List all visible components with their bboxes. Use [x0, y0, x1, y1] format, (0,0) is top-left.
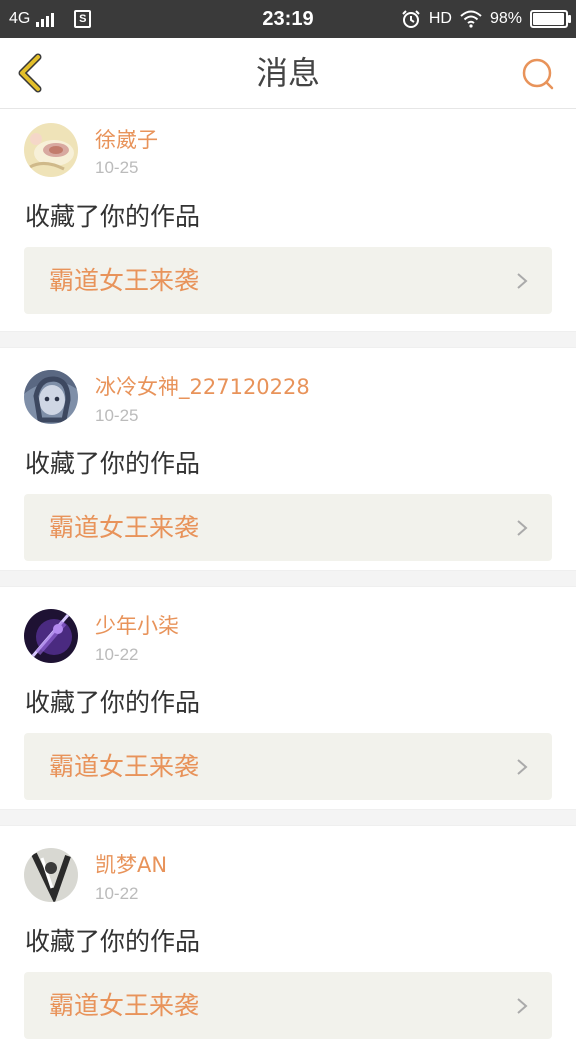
- user-name[interactable]: 凯梦AN: [95, 849, 167, 879]
- message-date: 10-22: [95, 645, 139, 664]
- work-link[interactable]: 霸道女王来袭: [24, 972, 552, 1039]
- work-link[interactable]: 霸道女王来袭: [24, 494, 552, 561]
- chevron-right-icon: [517, 520, 528, 536]
- user-name[interactable]: 少年小柒: [95, 610, 179, 640]
- message-date: 10-25: [95, 406, 139, 425]
- avatar[interactable]: [24, 848, 78, 902]
- chevron-right-icon: [517, 759, 528, 775]
- battery-fill: [533, 13, 564, 25]
- user-name[interactable]: 冰冷女神_227120228: [95, 371, 310, 401]
- status-right: HD 98%: [401, 0, 571, 38]
- message-date: 10-22: [95, 884, 139, 903]
- message-card: 徐崴子 10-25 收藏了你的作品 霸道女王来袭: [0, 109, 576, 331]
- message-action: 收藏了你的作品: [25, 202, 201, 231]
- battery-percent: 98%: [489, 10, 522, 27]
- work-title: 霸道女王来袭: [49, 991, 200, 1020]
- message-action: 收藏了你的作品: [25, 688, 201, 717]
- user-name[interactable]: 徐崴子: [95, 124, 158, 154]
- status-bar: 4G S 23:19 HD 98%: [0, 0, 576, 38]
- chevron-right-icon: [517, 998, 528, 1014]
- divider: [0, 331, 576, 348]
- page-title: 消息: [255, 54, 320, 92]
- message-date: 10-25: [95, 158, 139, 177]
- message-card: 冰冷女神_227120228 10-25 收藏了你的作品 霸道女王来袭: [0, 348, 576, 570]
- message-card: 少年小柒 10-22 收藏了你的作品 霸道女王来袭: [0, 587, 576, 809]
- avatar[interactable]: [24, 370, 78, 424]
- search-icon[interactable]: [520, 56, 556, 92]
- message-list: 徐崴子 10-25 收藏了你的作品 霸道女王来袭 冰冷女神_227120228 …: [0, 109, 576, 1048]
- work-title: 霸道女王来袭: [49, 752, 200, 781]
- work-title: 霸道女王来袭: [49, 266, 200, 295]
- divider: [0, 809, 576, 826]
- alarm-icon: [402, 10, 420, 28]
- message-action: 收藏了你的作品: [25, 449, 201, 478]
- work-link[interactable]: 霸道女王来袭: [24, 247, 552, 314]
- avatar[interactable]: [24, 609, 78, 663]
- hd-label: HD: [428, 10, 452, 27]
- message-action: 收藏了你的作品: [25, 927, 201, 956]
- battery-icon: [530, 10, 571, 28]
- message-card: 凯梦AN 10-22 收藏了你的作品 霸道女王来袭: [0, 826, 576, 1048]
- work-title: 霸道女王来袭: [49, 513, 200, 542]
- chevron-right-icon: [517, 273, 528, 289]
- wifi-icon: [460, 10, 482, 28]
- work-link[interactable]: 霸道女王来袭: [24, 733, 552, 800]
- avatar[interactable]: [24, 123, 78, 177]
- divider: [0, 570, 576, 587]
- nav-bar: 消息: [0, 38, 576, 109]
